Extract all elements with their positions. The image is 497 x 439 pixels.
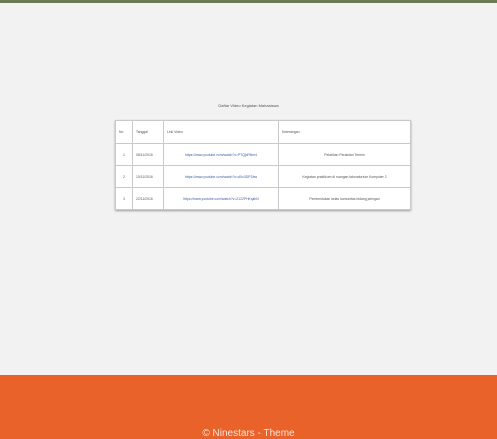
row-date: 08/11/2016 <box>132 143 164 166</box>
table-row: 1 08/11/2016 https://www.youtube.com/wat… <box>115 143 411 166</box>
row-description: Pelatihan Perakitan Termin <box>278 143 411 166</box>
header-link-video: Link Video <box>163 120 279 144</box>
row-number: 1 <box>115 143 133 166</box>
row-date: 10/11/2016 <box>132 165 164 188</box>
header-tanggal: Tanggal <box>132 120 164 144</box>
row-date: 22/11/2016 <box>132 187 164 210</box>
table-row: 3 22/11/2016 https://www.youtube.com/wat… <box>115 187 411 210</box>
row-description: Kegiatan praktikum di ruangan laboratori… <box>278 165 411 188</box>
row-number: 2 <box>115 165 133 188</box>
video-link[interactable]: https://www.youtube.com/watch?v=2122PHKq… <box>163 187 279 210</box>
video-link[interactable]: https://www.youtube.com/watch?v=dXv3DPSb… <box>163 165 279 188</box>
header-keterangan: Keterangan <box>278 120 411 144</box>
copyright-text: © Ninestars - Theme <box>202 428 295 439</box>
page-title: Daftar Video Kegiatan Mahasiswa <box>218 103 279 108</box>
table-row: 2 10/11/2016 https://www.youtube.com/wat… <box>115 165 411 188</box>
video-table: No Tanggal Link Video Keterangan 1 08/11… <box>115 120 411 210</box>
video-link[interactable]: https://www.youtube.com/watch?v=PTQjxRNm… <box>163 143 279 166</box>
main-content: Daftar Video Kegiatan Mahasiswa No Tangg… <box>0 3 497 375</box>
row-description: Pembentukan kelas komunitas bidang jarin… <box>278 187 411 210</box>
row-number: 3 <box>115 187 133 210</box>
footer: © Ninestars - Theme <box>0 375 497 439</box>
header-no: No <box>115 120 133 144</box>
table-header-row: No Tanggal Link Video Keterangan <box>115 120 411 144</box>
